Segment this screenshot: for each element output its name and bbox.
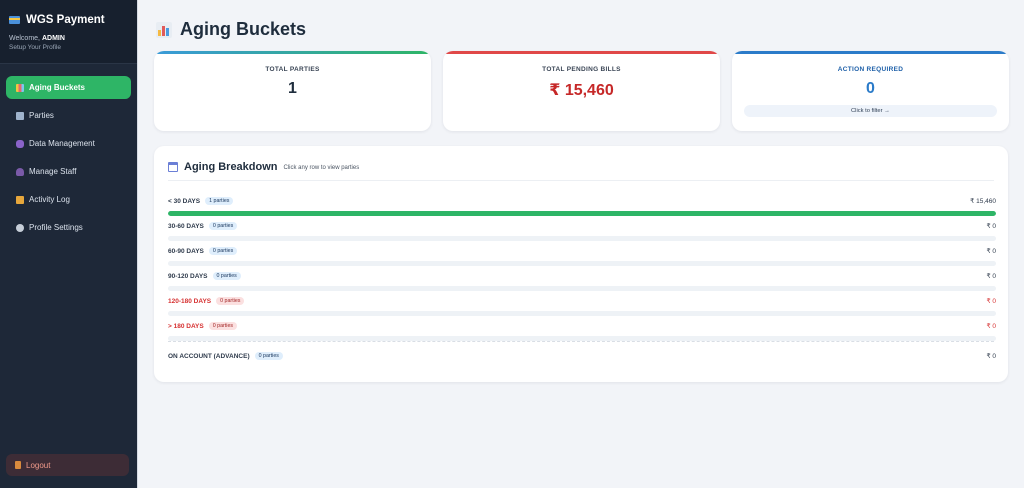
row-amount: ₹ 0	[986, 248, 996, 255]
breakdown-title: Aging Breakdown	[184, 161, 278, 173]
row-label: 120-180 DAYS	[168, 297, 212, 305]
sidebar-item-parties[interactable]: Parties	[6, 104, 131, 127]
aging-row-90-120[interactable]: 90-120 DAYS 0 parties ₹ 0	[168, 271, 996, 291]
progress-track	[168, 236, 996, 241]
user-name: ADMIN	[41, 35, 65, 42]
sidebar-item-label: Data Management	[29, 139, 95, 148]
card-accent	[154, 51, 431, 54]
row-amount: ₹ 0	[986, 353, 996, 360]
breakdown-header: Aging Breakdown Click any row to view pa…	[168, 161, 994, 181]
sidebar-item-label: Activity Log	[29, 195, 70, 204]
parties-badge: 0 parties	[208, 322, 238, 330]
stat-label: TOTAL PARTIES	[265, 66, 320, 73]
calendar-icon	[168, 162, 178, 172]
sidebar-item-data-management[interactable]: Data Management	[6, 132, 131, 155]
setup-profile-link[interactable]: Setup Your Profile	[9, 44, 128, 51]
progress-track	[168, 311, 996, 316]
aging-row-120-180[interactable]: 120-180 DAYS 0 parties ₹ 0	[168, 296, 996, 316]
door-icon	[15, 461, 21, 469]
row-label: < 30 DAYS	[168, 197, 201, 205]
row-amount: ₹ 0	[986, 298, 996, 305]
brand-block: WGS Payment Welcome, ADMIN Setup Your Pr…	[0, 0, 137, 64]
welcome-text: Welcome, ADMIN	[9, 35, 128, 42]
row-label: 60-90 DAYS	[168, 247, 204, 255]
sidebar-item-label: Profile Settings	[29, 223, 83, 232]
divider	[168, 341, 994, 342]
bar-chart-icon	[156, 21, 172, 38]
sidebar-item-label: Manage Staff	[29, 167, 77, 176]
stat-card-action-required[interactable]: ACTION REQUIRED 0 Click to filter →	[732, 51, 1009, 131]
sidebar-item-aging-buckets[interactable]: Aging Buckets	[6, 76, 131, 99]
row-label: 30-60 DAYS	[168, 222, 204, 230]
scroll-icon	[16, 195, 24, 204]
stat-label: TOTAL PENDING BILLS	[542, 66, 621, 73]
card-accent	[443, 51, 720, 54]
parties-badge: 0 parties	[216, 297, 245, 305]
row-amount: ₹ 0	[986, 223, 996, 230]
sidebar-item-profile-settings[interactable]: Profile Settings	[6, 216, 131, 239]
stat-value: 0	[866, 80, 875, 97]
building-icon	[16, 111, 24, 120]
sidebar-item-label: Parties	[29, 111, 54, 120]
row-label: 90-120 DAYS	[168, 272, 208, 280]
credit-card-icon	[9, 16, 20, 24]
page-title: Aging Buckets	[156, 19, 306, 40]
sidebar-item-activity-log[interactable]: Activity Log	[6, 188, 131, 211]
parties-badge: 0 parties	[254, 352, 283, 360]
row-label: ON ACCOUNT (ADVANCE)	[168, 352, 250, 360]
parties-badge: 0 parties	[212, 272, 241, 280]
stat-value: 1	[288, 80, 297, 97]
welcome-prefix: Welcome,	[9, 35, 40, 42]
aging-row-gt-180[interactable]: > 180 DAYS 0 parties ₹ 0	[168, 321, 996, 341]
aging-row-lt-30[interactable]: < 30 DAYS 1 parties ₹ 15,460	[168, 196, 996, 216]
breakdown-subtitle: Click any row to view parties	[283, 165, 360, 171]
progress-track	[168, 286, 996, 291]
aging-breakdown-panel: Aging Breakdown Click any row to view pa…	[154, 146, 1008, 382]
logout-label: Logout	[26, 460, 51, 470]
row-amount: ₹ 15,460	[970, 198, 996, 205]
brand-title-text: WGS Payment	[26, 14, 105, 26]
chart-icon	[16, 83, 24, 92]
card-accent	[732, 51, 1009, 54]
aging-row-on-account[interactable]: ON ACCOUNT (ADVANCE) 0 parties ₹ 0	[168, 351, 996, 371]
progress-track	[168, 261, 996, 266]
row-amount: ₹ 0	[986, 273, 996, 280]
sidebar: WGS Payment Welcome, ADMIN Setup Your Pr…	[0, 0, 137, 488]
brand-title: WGS Payment	[9, 14, 128, 26]
stat-value: ₹ 15,460	[549, 82, 614, 99]
click-to-filter-button[interactable]: Click to filter →	[744, 105, 997, 117]
stat-card-total-parties: TOTAL PARTIES 1	[154, 51, 431, 131]
parties-badge: 0 parties	[208, 222, 238, 230]
logout-button[interactable]: Logout	[6, 454, 129, 476]
parties-badge: 0 parties	[208, 247, 238, 255]
aging-row-30-60[interactable]: 30-60 DAYS 0 parties ₹ 0	[168, 221, 996, 241]
progress-fill	[168, 211, 996, 216]
progress-track	[168, 211, 996, 216]
database-icon	[16, 139, 24, 148]
user-icon	[16, 167, 24, 176]
stat-card-pending-bills: TOTAL PENDING BILLS ₹ 15,460	[443, 51, 720, 131]
stat-label: ACTION REQUIRED	[837, 66, 904, 73]
sidebar-item-manage-staff[interactable]: Manage Staff	[6, 160, 131, 183]
aging-row-60-90[interactable]: 60-90 DAYS 0 parties ₹ 0	[168, 246, 996, 266]
main-content: Aging Buckets TOTAL PARTIES 1 TOTAL PEND…	[137, 0, 1024, 488]
page-title-text: Aging Buckets	[180, 19, 307, 39]
parties-badge: 1 parties	[205, 197, 234, 205]
sidebar-nav: Aging Buckets Parties Data Management Ma…	[0, 64, 137, 239]
sidebar-item-label: Aging Buckets	[29, 83, 86, 92]
row-label: > 180 DAYS	[168, 322, 204, 330]
gear-icon	[16, 223, 24, 232]
row-amount: ₹ 0	[986, 323, 996, 330]
